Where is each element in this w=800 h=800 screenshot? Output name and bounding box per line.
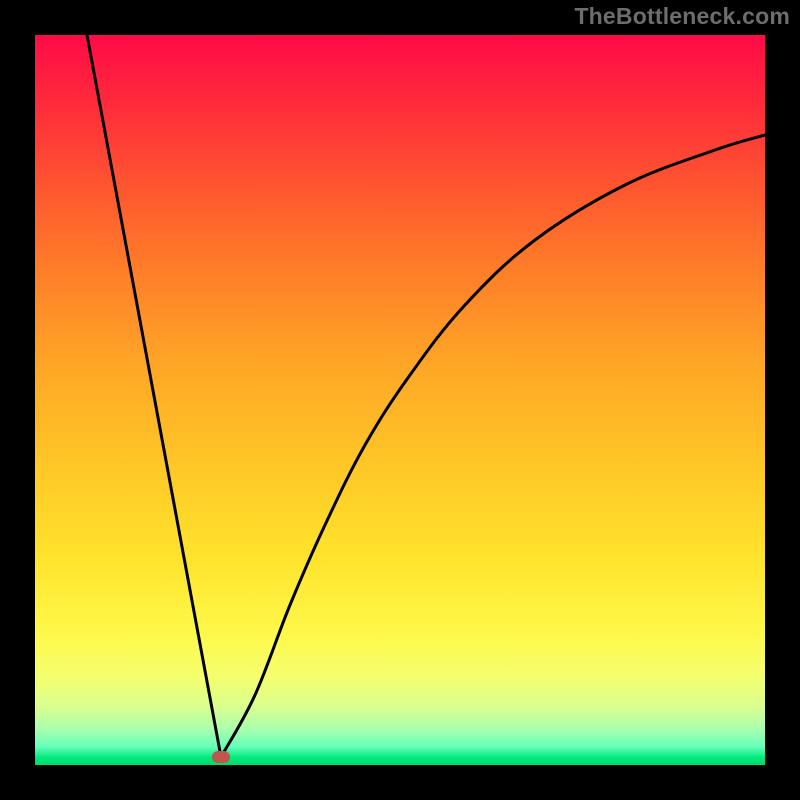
optimal-point-marker: [212, 751, 230, 763]
plot-area: [35, 35, 765, 765]
chart-frame: TheBottleneck.com: [0, 0, 800, 800]
bottleneck-curve: [35, 35, 765, 765]
watermark: TheBottleneck.com: [574, 3, 790, 30]
curve-path: [87, 35, 765, 757]
